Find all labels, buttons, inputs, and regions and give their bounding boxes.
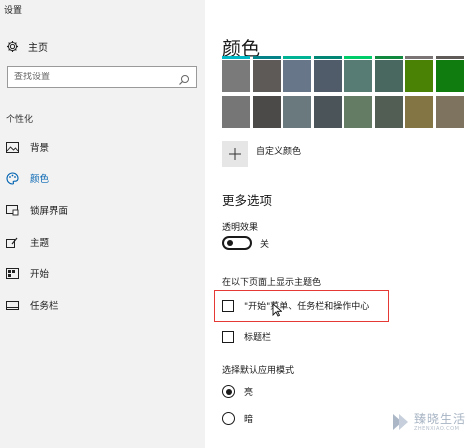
color-swatch[interactable] — [222, 56, 250, 92]
radio-dark[interactable] — [222, 412, 235, 425]
color-swatch[interactable] — [405, 56, 433, 92]
radio-dark-row[interactable]: 暗 — [222, 412, 253, 425]
lock-screen-icon — [6, 204, 19, 217]
watermark-en: ZHENXIAO.COM — [414, 425, 460, 432]
watermark: 臻晓生活 ZHENXIAO.COM — [390, 412, 466, 432]
color-swatch[interactable] — [313, 96, 342, 128]
start-taskbar-checkbox-row[interactable]: "开始"菜单、任务栏和操作中心 — [222, 299, 369, 312]
start-taskbar-checkbox[interactable] — [222, 299, 234, 312]
color-swatch[interactable] — [344, 56, 372, 92]
color-swatch[interactable] — [435, 56, 464, 92]
toggle-knob — [227, 240, 233, 246]
more-options-heading: 更多选项 — [222, 193, 273, 208]
sidebar-item-background[interactable]: 背景 — [6, 139, 49, 155]
window-title: 设置 — [4, 6, 23, 16]
radio-dark-label: 暗 — [244, 415, 254, 425]
palette-icon — [6, 171, 19, 185]
cursor-icon — [272, 303, 282, 317]
sidebar-item-label: 主题 — [30, 238, 50, 249]
radio-light-row[interactable]: 亮 — [222, 385, 253, 398]
show-accent-label: 在以下页面上显示主题色 — [222, 278, 322, 288]
taskbar-icon — [6, 299, 19, 312]
transparency-toggle[interactable] — [222, 236, 252, 250]
transparency-toggle-row: 关 — [222, 236, 269, 250]
brush-icon — [6, 236, 19, 249]
app-mode-label: 选择默认应用模式 — [222, 366, 295, 376]
search-icon[interactable] — [178, 71, 190, 85]
color-swatch[interactable] — [344, 96, 372, 128]
sidebar-item-label: 任务栏 — [30, 301, 59, 312]
color-swatch[interactable] — [405, 96, 433, 128]
color-swatch[interactable] — [283, 56, 311, 92]
color-swatch[interactable] — [222, 96, 250, 128]
picture-icon — [6, 141, 19, 154]
home-label: 主页 — [28, 42, 48, 54]
sidebar: 设置 主页 个性化 背景 颜色 锁屏界面 主题 — [0, 0, 205, 448]
home-nav-item[interactable]: 主页 — [6, 38, 48, 54]
custom-color-label: 自定义颜色 — [256, 147, 302, 157]
color-swatch[interactable] — [252, 96, 281, 128]
sidebar-item-start[interactable]: 开始 — [6, 265, 49, 281]
color-swatch[interactable] — [374, 96, 403, 128]
sidebar-item-label: 颜色 — [30, 174, 50, 185]
radio-light[interactable] — [222, 385, 235, 398]
titlebar-checkbox-row[interactable]: 标题栏 — [222, 330, 271, 343]
plus-icon[interactable] — [222, 141, 248, 167]
search-box[interactable] — [7, 66, 197, 88]
transparency-label: 透明效果 — [222, 223, 259, 233]
watermark-logo-icon — [393, 414, 408, 430]
radio-light-label: 亮 — [244, 388, 254, 398]
color-swatch[interactable] — [374, 56, 403, 92]
color-swatch-grid — [222, 56, 466, 128]
gear-icon — [6, 40, 19, 53]
start-taskbar-checkbox-label: "开始"菜单、任务栏和操作中心 — [244, 302, 370, 312]
radio-dot — [225, 388, 232, 395]
color-swatch[interactable] — [313, 56, 342, 92]
section-label: 个性化 — [6, 115, 34, 125]
custom-color-button[interactable]: 自定义颜色 — [222, 141, 301, 167]
sidebar-item-colors[interactable]: 颜色 — [6, 170, 49, 186]
sidebar-item-label: 锁屏界面 — [30, 206, 69, 217]
sidebar-item-themes[interactable]: 主题 — [6, 234, 49, 250]
sidebar-item-taskbar[interactable]: 任务栏 — [6, 297, 59, 313]
sidebar-item-label: 开始 — [30, 269, 50, 280]
titlebar-checkbox-label: 标题栏 — [244, 333, 272, 343]
toggle-state-label: 关 — [260, 239, 270, 250]
watermark-cn: 臻晓生活 — [414, 411, 467, 426]
color-swatch[interactable] — [252, 56, 281, 92]
color-swatch[interactable] — [435, 96, 464, 128]
sidebar-item-lock-screen[interactable]: 锁屏界面 — [6, 202, 68, 218]
start-icon — [6, 267, 19, 280]
color-swatch[interactable] — [283, 96, 311, 128]
sidebar-item-label: 背景 — [30, 143, 50, 154]
search-input[interactable] — [14, 72, 178, 82]
titlebar-checkbox[interactable] — [222, 330, 234, 343]
